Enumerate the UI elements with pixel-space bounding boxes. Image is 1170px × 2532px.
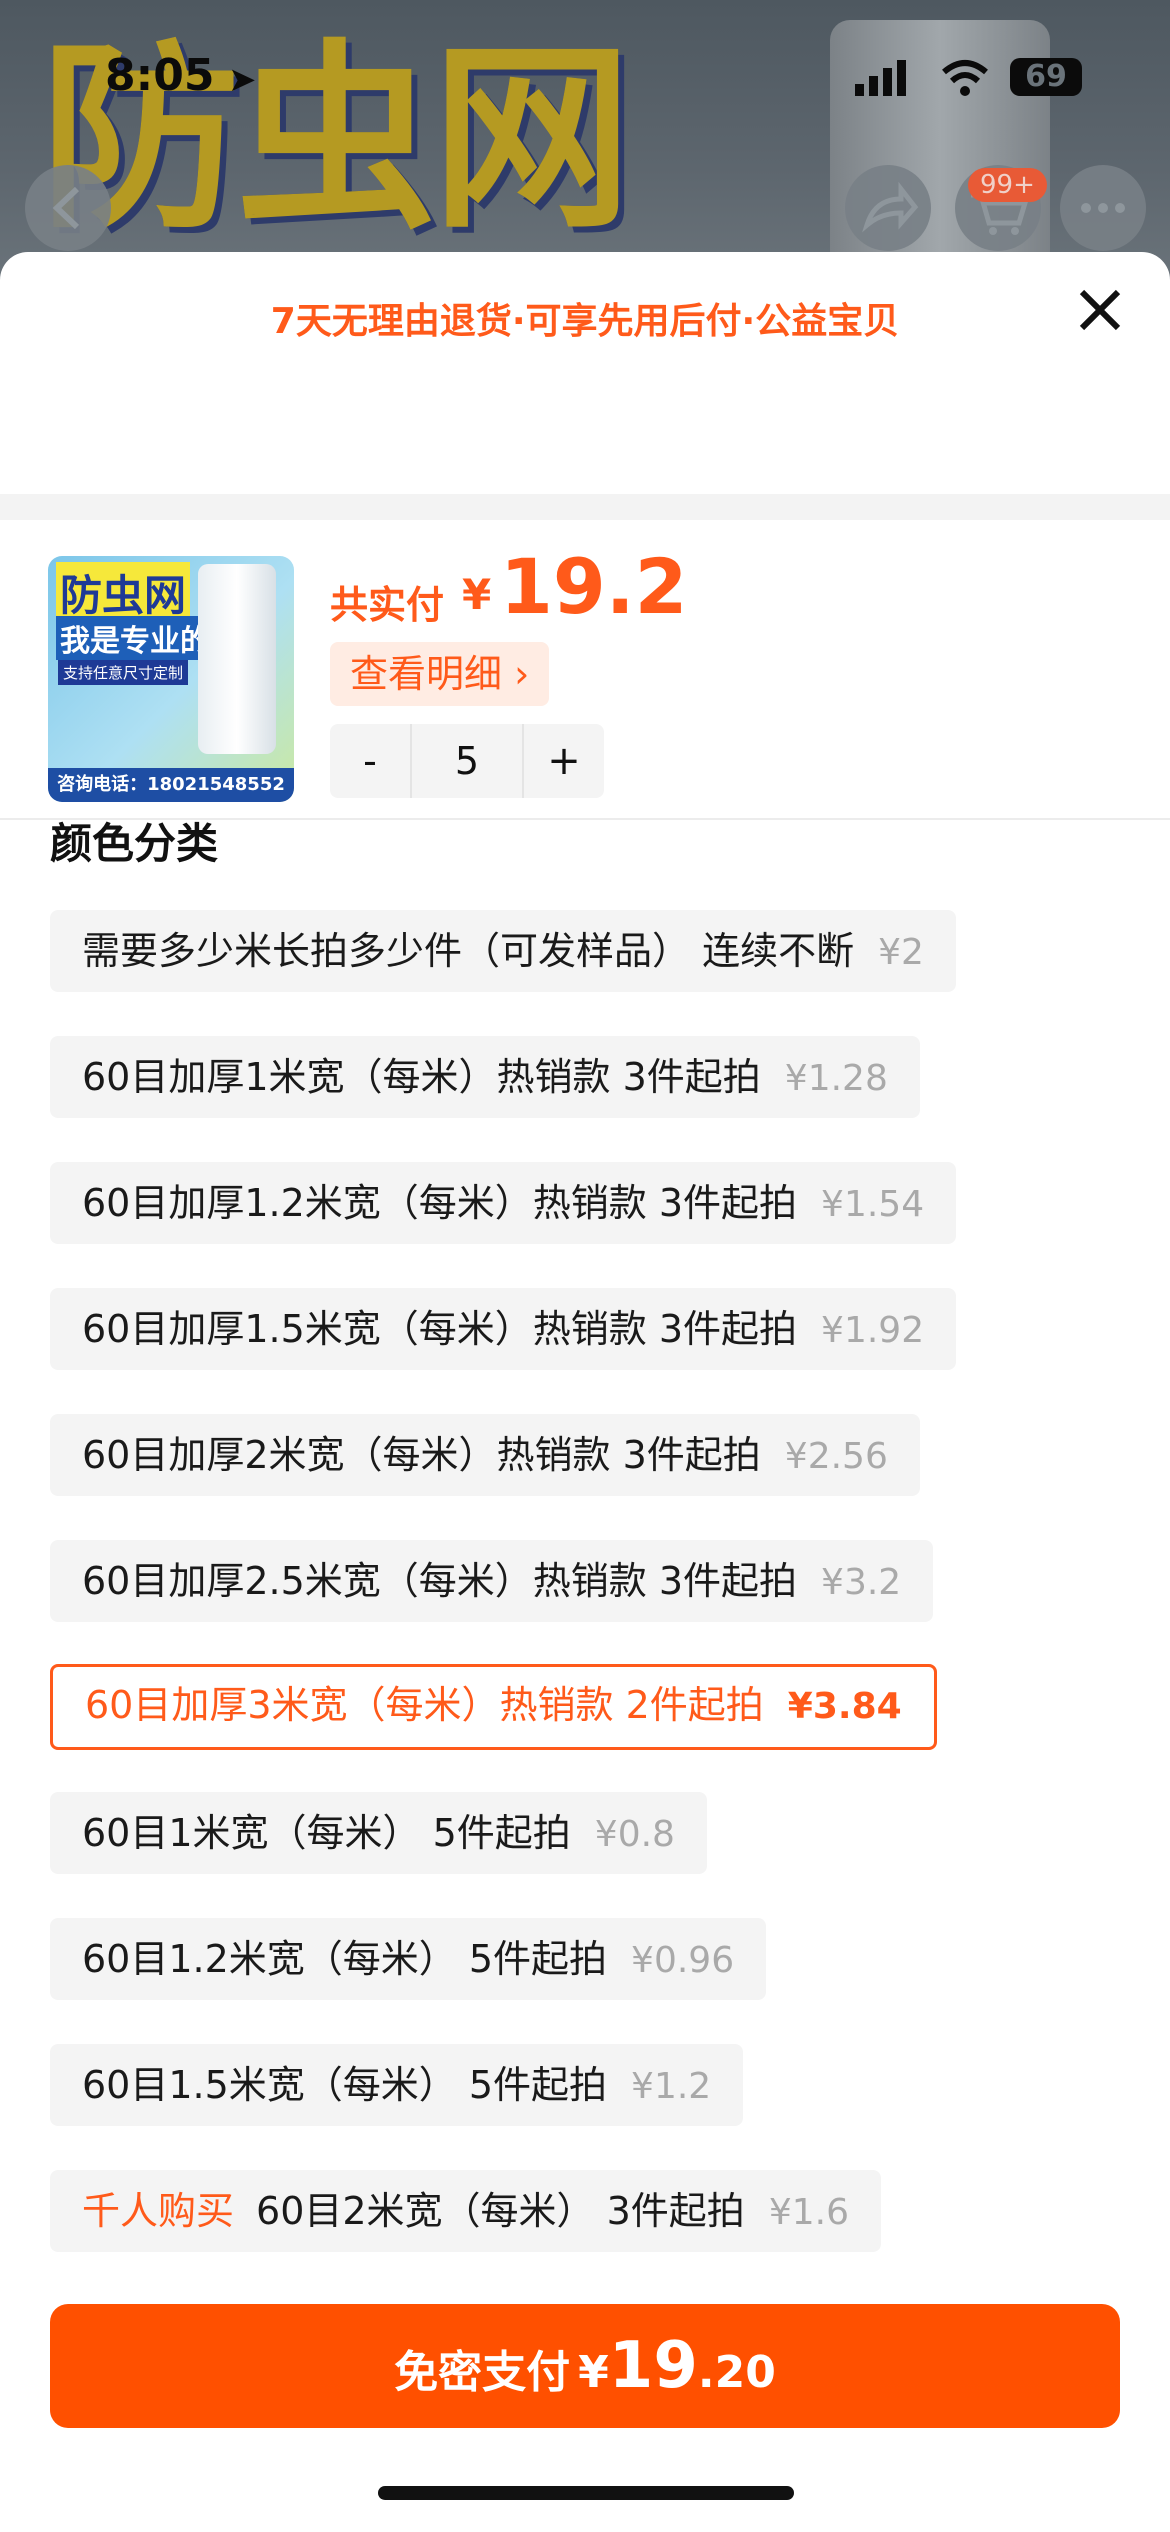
color-category-title: 颜色分类 <box>50 819 219 868</box>
option-price: ¥0.8 <box>594 1814 675 1855</box>
option-label: 60目加厚1.5米宽（每米）热销款 3件起拍 <box>82 1307 798 1351</box>
sku-option[interactable]: 需要多少米长拍多少件（可发样品） 连续不断 ¥2 <box>50 910 956 992</box>
share-button[interactable] <box>845 165 931 251</box>
option-price: ¥1.6 <box>768 2192 849 2233</box>
option-price: ¥2 <box>878 932 924 973</box>
option-label: 60目1.5米宽（每米） 5件起拍 <box>82 2063 608 2107</box>
total-currency: ¥ <box>462 570 492 619</box>
option-price: ¥2.56 <box>784 1436 888 1477</box>
quantity-stepper: - 5 + <box>330 724 604 798</box>
sku-option-selected[interactable]: 60目加厚3米宽（每米）热销款 2件起拍 ¥3.84 <box>50 1664 937 1750</box>
back-button[interactable] <box>25 165 111 251</box>
cellular-signal-icon <box>855 60 906 96</box>
wifi-icon <box>942 60 988 96</box>
option-label: 需要多少米长拍多少件（可发样品） 连续不断 <box>82 929 855 973</box>
pay-amount-integer: 19 <box>608 2329 698 2403</box>
thumbnail-tag: 支持任意尺寸定制 <box>58 660 189 685</box>
option-label: 60目2米宽（每米） 3件起拍 <box>256 2189 745 2233</box>
sku-option[interactable]: 60目加厚1.2米宽（每米）热销款 3件起拍 ¥1.54 <box>50 1162 957 1244</box>
option-label: 60目1.2米宽（每米） 5件起拍 <box>82 1937 608 1981</box>
status-time: 8:05 <box>105 50 215 101</box>
thumbnail-phone: 咨询电话：18021548552 <box>48 768 294 802</box>
option-price: ¥1.54 <box>821 1184 925 1225</box>
option-label: 60目加厚2米宽（每米）热销款 3件起拍 <box>82 1433 761 1477</box>
total-amount: 19.2 <box>500 542 688 631</box>
thumbnail-title: 防虫网 <box>56 562 191 623</box>
total-paid-label: 共实付 <box>330 583 445 627</box>
pay-currency: ¥ <box>578 2347 609 2398</box>
chevron-left-icon <box>52 186 80 230</box>
thumbnail-subtitle: 我是专业的 <box>56 616 214 660</box>
sku-option[interactable]: 60目加厚2米宽（每米）热销款 3件起拍 ¥2.56 <box>50 1414 920 1496</box>
popular-badge: 千人购买 <box>82 2189 235 2233</box>
location-arrow-icon: ➤ <box>228 60 257 100</box>
close-button[interactable] <box>1070 280 1130 340</box>
promo-banner-text: 7天无理由退货·可享先用后付·公益宝贝 <box>270 301 900 342</box>
quantity-value[interactable]: 5 <box>410 724 524 798</box>
close-icon <box>1079 289 1121 331</box>
view-details-button[interactable]: 查看明细 › <box>330 642 550 706</box>
sku-selection-sheet: 7天无理由退货·可享先用后付·公益宝贝 防虫网 我是专业的 支持任意尺寸定制 咨… <box>0 252 1170 2532</box>
option-label: 60目1米宽（每米） 5件起拍 <box>82 1811 571 1855</box>
pay-amount-decimal: .20 <box>697 2347 776 2398</box>
option-label: 60目加厚2.5米宽（每米）热销款 3件起拍 <box>82 1559 798 1603</box>
option-price: ¥3.84 <box>787 1686 902 1727</box>
more-icon <box>1081 203 1125 213</box>
section-divider <box>0 494 1170 520</box>
battery-indicator: 69 <box>1010 58 1082 96</box>
thumbnail-roll-image <box>198 564 276 754</box>
pay-label: 免密支付 <box>394 2347 571 2398</box>
decrease-quantity-button[interactable]: - <box>330 724 410 798</box>
more-button[interactable] <box>1060 165 1146 251</box>
product-thumbnail[interactable]: 防虫网 我是专业的 支持任意尺寸定制 咨询电话：18021548552 <box>48 556 294 802</box>
password-free-pay-button[interactable]: 免密支付 ¥19.20 <box>50 2304 1120 2428</box>
cart-count-badge: 99+ <box>968 168 1047 202</box>
sku-option[interactable]: 60目加厚2.5米宽（每米）热销款 3件起拍 ¥3.2 <box>50 1540 934 1622</box>
increase-quantity-button[interactable]: + <box>524 724 604 798</box>
option-price: ¥0.96 <box>631 1940 735 1981</box>
sku-option[interactable]: 60目1.5米宽（每米） 5件起拍 ¥1.2 <box>50 2044 744 2126</box>
sku-option[interactable]: 60目1米宽（每米） 5件起拍 ¥0.8 <box>50 1792 707 1874</box>
option-label: 60目加厚3米宽（每米）热销款 2件起拍 <box>85 1683 764 1727</box>
option-price: ¥1.2 <box>631 2066 712 2107</box>
sku-option[interactable]: 60目加厚1米宽（每米）热销款 3件起拍 ¥1.28 <box>50 1036 920 1118</box>
sku-option[interactable]: 千人购买 60目2米宽（每米） 3件起拍 ¥1.6 <box>50 2170 881 2252</box>
home-indicator <box>378 2486 794 2500</box>
option-label: 60目加厚1.2米宽（每米）热销款 3件起拍 <box>82 1181 798 1225</box>
sku-option[interactable]: 60目1.2米宽（每米） 5件起拍 ¥0.96 <box>50 1918 767 2000</box>
status-bar: 8:05 ➤ 69 <box>0 0 1170 150</box>
option-price: ¥3.2 <box>821 1562 902 1603</box>
share-icon <box>862 181 919 233</box>
option-price: ¥1.92 <box>821 1310 925 1351</box>
option-label: 60目加厚1米宽（每米）热销款 3件起拍 <box>82 1055 761 1099</box>
sku-option[interactable]: 60目加厚1.5米宽（每米）热销款 3件起拍 ¥1.92 <box>50 1288 957 1370</box>
option-price: ¥1.28 <box>784 1058 888 1099</box>
